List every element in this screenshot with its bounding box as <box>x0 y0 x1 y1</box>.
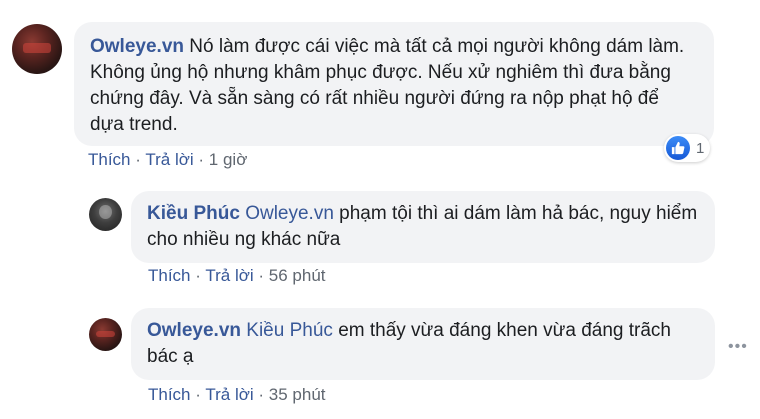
separator-dot: · <box>135 150 141 169</box>
reply-link[interactable]: Trả lời <box>145 150 193 169</box>
mention-link[interactable]: Owleye.vn <box>245 203 334 224</box>
reaction-summary[interactable]: 1 <box>664 134 711 162</box>
comment-timestamp[interactable]: 1 giờ <box>209 150 248 169</box>
avatar[interactable] <box>89 318 122 351</box>
reply-timestamp[interactable]: 35 phút <box>269 385 326 404</box>
reply-author[interactable]: Owleye.vn <box>147 320 241 341</box>
mention-link[interactable]: Kiều Phúc <box>246 320 333 341</box>
like-link[interactable]: Thích <box>148 385 191 404</box>
avatar[interactable] <box>12 24 62 74</box>
separator-dot: · <box>198 150 205 169</box>
reaction-count: 1 <box>696 139 705 157</box>
reply-author[interactable]: Kiều Phúc <box>147 203 240 224</box>
separator-dot: · <box>258 266 265 285</box>
reply-actions: Thích · Trả lời · 35 phút <box>148 385 326 405</box>
like-link[interactable]: Thích <box>88 150 131 169</box>
comment-actions: Thích · Trả lời · 1 giờ <box>88 150 247 170</box>
avatar[interactable] <box>89 198 122 231</box>
like-link[interactable]: Thích <box>148 266 191 285</box>
separator-dot: · <box>195 385 201 404</box>
comment-author[interactable]: Owleye.vn <box>90 36 184 57</box>
reply-timestamp[interactable]: 56 phút <box>269 266 326 285</box>
separator-dot: · <box>195 266 201 285</box>
reply-link[interactable]: Trả lời <box>205 266 253 285</box>
reply-bubble: Owleye.vn Kiều Phúc em thấy vừa đáng khe… <box>131 308 715 380</box>
thumbs-up-icon <box>666 136 690 160</box>
more-options-icon[interactable]: ••• <box>728 338 748 356</box>
comment-bubble: Owleye.vn Nó làm được cái việc mà tất cả… <box>74 22 714 146</box>
separator-dot: · <box>258 385 265 404</box>
reply-bubble: Kiều Phúc Owleye.vn phạm tội thì ai dám … <box>131 191 715 263</box>
reply-link[interactable]: Trả lời <box>205 385 253 404</box>
reply-actions: Thích · Trả lời · 56 phút <box>148 266 326 286</box>
